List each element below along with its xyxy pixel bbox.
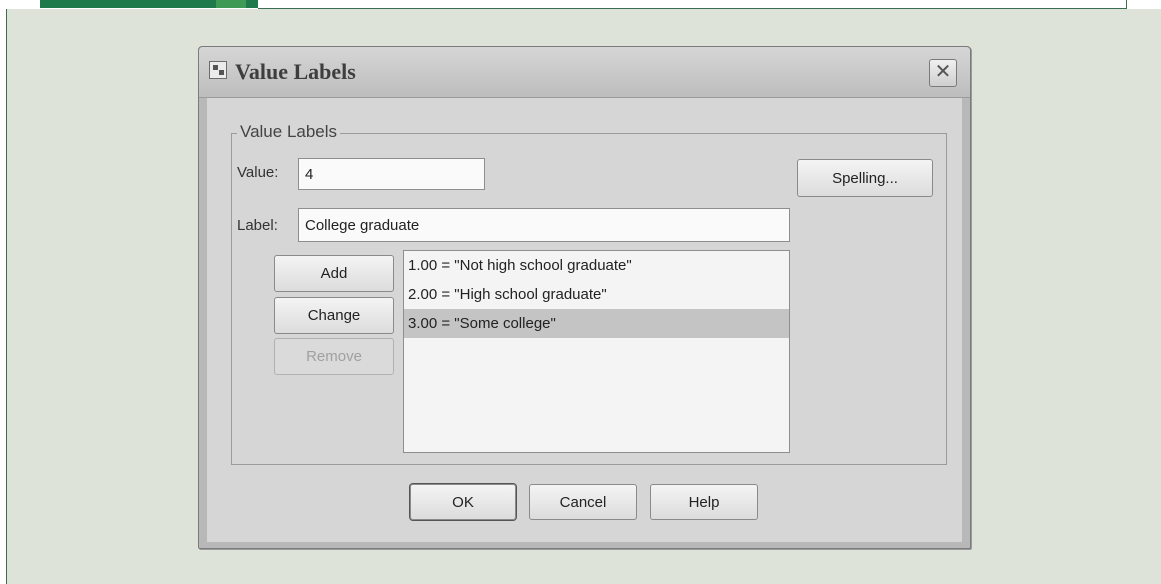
list-item-selected[interactable]: 3.00 = "Some college" — [404, 309, 789, 338]
remove-button[interactable]: Remove — [274, 338, 394, 375]
value-labels-list[interactable]: 1.00 = "Not high school graduate" 2.00 =… — [403, 250, 790, 453]
groupbox-title: Value Labels — [237, 122, 341, 142]
ok-button[interactable]: OK — [410, 484, 516, 520]
header-rule-end — [1126, 0, 1127, 9]
close-icon[interactable]: ✕ — [929, 59, 957, 87]
label-field-label: Label: — [237, 217, 278, 234]
header-tab-accent — [216, 0, 246, 8]
cancel-button[interactable]: Cancel — [529, 484, 637, 520]
label-input[interactable] — [298, 208, 790, 242]
spelling-button[interactable]: Spelling... — [797, 159, 933, 197]
value-field-label: Value: — [237, 164, 279, 181]
change-button[interactable]: Change — [274, 297, 394, 334]
help-button[interactable]: Help — [650, 484, 758, 520]
dialog-body: Value Labels Value: Spelling... Label: A… — [207, 98, 962, 542]
list-item[interactable]: 1.00 = "Not high school graduate" — [404, 251, 789, 280]
dialog-title: Value Labels — [235, 59, 356, 84]
list-item[interactable]: 2.00 = "High school graduate" — [404, 280, 789, 309]
dialog-titlebar[interactable]: Value Labels ✕ — [199, 47, 970, 98]
value-labels-dialog: Value Labels ✕ Value Labels Value: Spell… — [198, 46, 971, 549]
add-button[interactable]: Add — [274, 255, 394, 292]
value-input[interactable] — [298, 158, 485, 190]
dialog-app-icon — [209, 61, 227, 79]
